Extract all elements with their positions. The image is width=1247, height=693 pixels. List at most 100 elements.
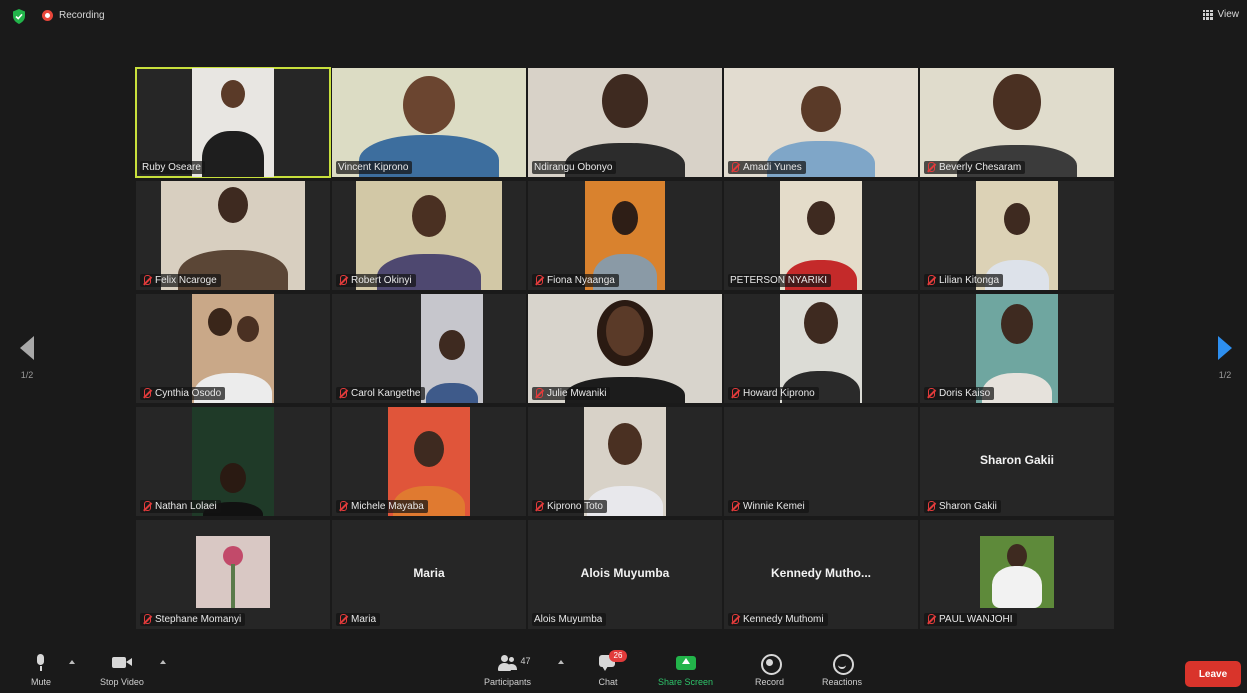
participant-tile[interactable]: Winnie Kemei	[724, 407, 918, 516]
muted-mic-icon	[730, 388, 739, 399]
share-screen-button[interactable]: Share Screen	[658, 654, 713, 687]
participant-tile[interactable]: PAUL WANJOHI	[920, 520, 1114, 629]
participants-button[interactable]: 47 Participants	[484, 654, 531, 687]
participant-tile[interactable]: Amadi Yunes	[724, 68, 918, 177]
participant-name-plate: Stephane Momanyi	[140, 613, 246, 626]
shield-icon[interactable]	[12, 9, 26, 24]
muted-mic-icon	[338, 614, 347, 625]
participant-name: Cynthia Osodo	[155, 388, 222, 399]
participant-name-plate: Howard Kiprono	[728, 387, 819, 400]
participant-name-plate: Amadi Yunes	[728, 161, 806, 174]
muted-mic-icon	[142, 614, 151, 625]
meeting-top-bar: Recording View	[0, 0, 1247, 32]
participant-name-plate: Fiona Nyaanga	[532, 274, 619, 287]
participant-name: Winnie Kemei	[743, 501, 805, 512]
participant-tile[interactable]: Carol Kangethe	[332, 294, 526, 403]
reactions-button[interactable]: Reactions	[822, 654, 862, 687]
participant-tile[interactable]: Julie Mwaniki	[528, 294, 722, 403]
share-screen-icon	[675, 654, 697, 672]
muted-mic-icon	[926, 162, 935, 173]
chevron-left-icon	[20, 336, 34, 360]
video-options-caret[interactable]	[160, 660, 166, 664]
muted-mic-icon	[534, 388, 543, 399]
participant-name: Vincent Kiprono	[338, 162, 409, 173]
stop-video-button[interactable]: Stop Video	[100, 654, 144, 687]
participants-icon: 47	[497, 654, 531, 672]
participant-tile[interactable]: Michele Mayaba	[332, 407, 526, 516]
participant-name-plate: Lilian Kitonga	[924, 274, 1004, 287]
participant-name: PETERSON NYARIKI	[730, 275, 828, 286]
participant-name: Alois Muyumba	[534, 614, 603, 625]
participant-tile[interactable]: Doris Kaiso	[920, 294, 1114, 403]
participant-tile[interactable]: Ndirangu Obonyo	[528, 68, 722, 177]
participant-name: Sharon Gakii	[939, 501, 997, 512]
participants-label: Participants	[484, 677, 532, 687]
participants-options-caret[interactable]	[558, 660, 564, 664]
participant-name-plate: Cynthia Osodo	[140, 387, 226, 400]
participant-tile[interactable]: Sharon Gakii Sharon Gakii	[920, 407, 1114, 516]
microphone-icon	[30, 654, 52, 672]
participant-tile[interactable]: Beverly Chesaram	[920, 68, 1114, 177]
participant-tile[interactable]: Stephane Momanyi	[136, 520, 330, 629]
grid-view-icon	[1202, 9, 1213, 20]
participant-tile[interactable]: Vincent Kiprono	[332, 68, 526, 177]
participant-name: Nathan Lolaei	[155, 501, 217, 512]
participant-name: Felix Ncaroge	[155, 275, 217, 286]
muted-mic-icon	[338, 501, 347, 512]
recording-indicator[interactable]: Recording	[42, 10, 105, 21]
participant-name-plate: Michele Mayaba	[336, 500, 428, 513]
participant-name-plate: Nathan Lolaei	[140, 500, 221, 513]
view-button[interactable]: View	[1202, 9, 1239, 20]
participant-name-plate: Ndirangu Obonyo	[532, 161, 617, 174]
participant-name-plate: Kennedy Muthomi	[728, 613, 828, 626]
video-camera-icon	[111, 654, 133, 672]
muted-mic-icon	[338, 388, 347, 399]
participant-display-name: Kennedy Mutho...	[771, 566, 871, 580]
participant-name-plate: Alois Muyumba	[532, 613, 607, 626]
participant-display-name: Alois Muyumba	[580, 566, 670, 580]
audio-options-caret[interactable]	[69, 660, 75, 664]
participant-tile[interactable]: Maria Maria	[332, 520, 526, 629]
stop-video-label: Stop Video	[100, 677, 144, 687]
participant-tile[interactable]: Lilian Kitonga	[920, 181, 1114, 290]
participant-name: Michele Mayaba	[351, 501, 424, 512]
participant-name-plate: Robert Okinyi	[336, 274, 416, 287]
chat-label: Chat	[598, 677, 618, 687]
participant-name: Stephane Momanyi	[155, 614, 242, 625]
page-indicator: 1/2	[20, 370, 34, 380]
previous-page-button[interactable]: 1/2	[12, 336, 42, 380]
participant-tile[interactable]: PETERSON NYARIKI	[724, 181, 918, 290]
participant-name: PAUL WANJOHI	[939, 614, 1013, 625]
next-page-button[interactable]: 1/2	[1210, 336, 1240, 380]
participant-tile[interactable]: Kiprono Toto	[528, 407, 722, 516]
participants-count: 47	[520, 656, 531, 666]
muted-mic-icon	[730, 614, 739, 625]
muted-mic-icon	[926, 501, 935, 512]
muted-mic-icon	[534, 501, 543, 512]
participant-name-plate: Doris Kaiso	[924, 387, 995, 400]
muted-mic-icon	[142, 275, 151, 286]
participant-tile[interactable]: Alois Muyumba Alois Muyumba	[528, 520, 722, 629]
participant-name-plate: Felix Ncaroge	[140, 274, 221, 287]
participant-tile[interactable]: Ruby Oseare	[135, 67, 331, 178]
participant-tile[interactable]: Fiona Nyaanga	[528, 181, 722, 290]
record-button[interactable]: Record	[755, 654, 784, 687]
video-gallery: Ruby Oseare Vincent Kiprono Ndirangu Obo…	[135, 67, 1118, 629]
muted-mic-icon	[730, 162, 739, 173]
participant-name: Howard Kiprono	[743, 388, 815, 399]
participant-tile[interactable]: Nathan Lolaei	[136, 407, 330, 516]
mute-button[interactable]: Mute	[30, 654, 52, 687]
leave-button[interactable]: Leave	[1185, 661, 1241, 687]
record-icon	[759, 654, 782, 675]
participant-tile[interactable]: Felix Ncaroge	[136, 181, 330, 290]
chat-button[interactable]: 26 Chat	[597, 650, 627, 687]
participant-tile[interactable]: Robert Okinyi	[332, 181, 526, 290]
participant-tile[interactable]: Cynthia Osodo	[136, 294, 330, 403]
participant-tile[interactable]: Howard Kiprono	[724, 294, 918, 403]
chat-unread-badge: 26	[609, 650, 627, 662]
participant-tile[interactable]: Kennedy Mutho... Kennedy Muthomi	[724, 520, 918, 629]
participant-name: Robert Okinyi	[351, 275, 412, 286]
participant-name: Lilian Kitonga	[939, 275, 1000, 286]
participant-name-plate: PETERSON NYARIKI	[728, 274, 832, 287]
participant-name-plate: Vincent Kiprono	[336, 161, 413, 174]
